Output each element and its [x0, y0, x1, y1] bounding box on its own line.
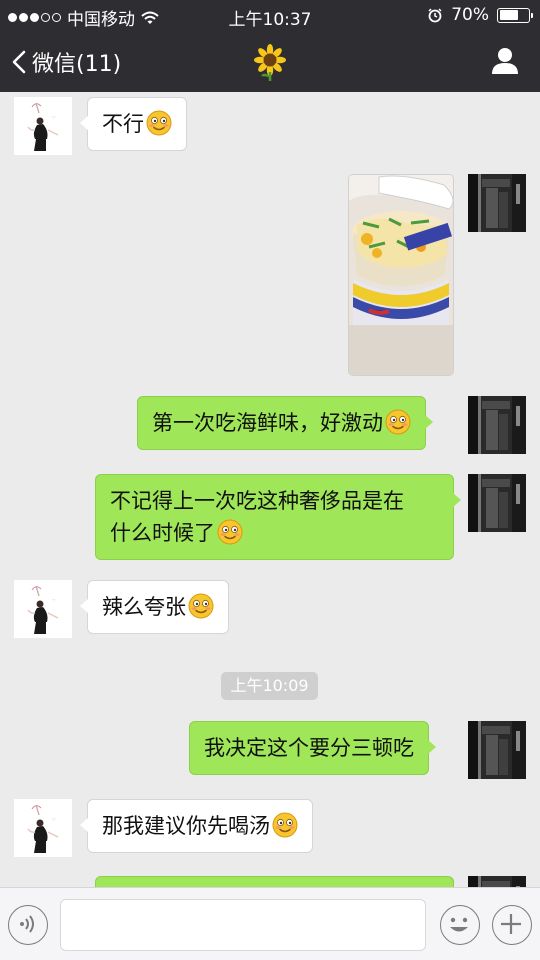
battery-fill [499, 10, 519, 20]
my-avatar[interactable] [468, 721, 526, 779]
input-bar [0, 887, 540, 960]
voice-icon [20, 915, 35, 933]
battery-percent: 70% [451, 5, 489, 25]
sunflower-icon [254, 44, 286, 81]
smile-emoji-icon [272, 812, 298, 838]
timestamp: 上午10:09 [221, 672, 318, 700]
smile-emoji-icon [217, 519, 243, 545]
sent-message[interactable]: 第一次吃海鲜味，好激动 [137, 396, 433, 450]
plus-icon [501, 914, 522, 935]
sent-message[interactable]: 不记得上一次吃这种奢侈品是在 什么时候了 [95, 474, 461, 560]
message-text-line2: 什么时候了 [110, 521, 215, 545]
smile-emoji-icon [188, 593, 214, 619]
received-message[interactable]: 辣么夸张 [80, 580, 229, 634]
person-icon[interactable] [490, 46, 520, 76]
my-avatar[interactable] [468, 474, 526, 532]
smile-emoji-icon [385, 409, 411, 435]
message-text: 我决定这个要分三顿吃 [204, 736, 414, 760]
back-label: 微信(11) [32, 52, 122, 77]
message-text: 那我建议你先喝汤 [102, 814, 270, 838]
chevron-left-icon [12, 50, 26, 74]
back-button[interactable]: 微信(11) [12, 46, 121, 78]
received-message[interactable]: 不行 [80, 97, 187, 151]
my-avatar[interactable] [468, 876, 526, 887]
photo-message[interactable] [348, 174, 454, 376]
sent-message[interactable]: 我决定这个要分三顿吃 [189, 721, 436, 775]
message-text: 不行 [102, 112, 144, 136]
battery-icon [497, 7, 533, 23]
chat-area[interactable]: 不行 第一次吃海鲜味，好激动 不记得上一次吃这种奢侈品是在 什么时候了 辣么夸张… [0, 92, 540, 887]
message-text: 第一次吃海鲜味，好激动 [152, 411, 383, 435]
noodle-cup-photo [349, 175, 453, 375]
alarm-icon [428, 8, 442, 23]
message-text-line1: 不记得上一次吃这种奢侈品是在 [110, 489, 404, 513]
message-text: 辣么夸张 [102, 595, 186, 619]
voice-button[interactable] [8, 905, 48, 945]
smile-emoji-icon [146, 110, 172, 136]
status-bar: 中国移动 上午10:37 70% [0, 0, 540, 30]
received-message[interactable]: 那我建议你先喝汤 [80, 799, 313, 853]
emoji-button[interactable] [440, 905, 480, 945]
contact-avatar[interactable] [14, 580, 72, 638]
contact-avatar[interactable] [14, 97, 72, 155]
my-avatar[interactable] [468, 396, 526, 454]
message-input[interactable] [60, 899, 426, 951]
chat-header: 微信(11) [0, 30, 540, 92]
my-avatar[interactable] [468, 174, 526, 232]
sent-message-partial[interactable] [95, 876, 454, 887]
contact-avatar[interactable] [14, 799, 72, 857]
add-button[interactable] [492, 905, 532, 945]
status-right: 70% [427, 5, 533, 25]
emoji-icon [450, 918, 469, 932]
